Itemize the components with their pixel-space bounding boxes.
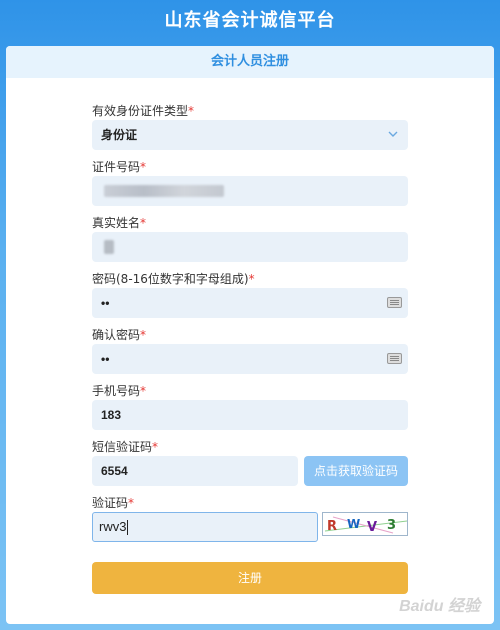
- register-button[interactable]: 注册: [92, 562, 408, 594]
- phone-input[interactable]: 183: [92, 400, 408, 430]
- password-value: ••: [101, 296, 110, 310]
- id-type-select[interactable]: 身份证: [92, 120, 408, 150]
- required-mark: *: [128, 496, 135, 510]
- redacted-block: [104, 240, 114, 254]
- svg-text:W: W: [347, 517, 360, 531]
- password-label: 密码(8-16位数字和字母组成)*: [92, 272, 255, 286]
- phone-value: 183: [101, 408, 122, 422]
- captcha-value: rwv3: [99, 519, 127, 534]
- required-mark: *: [140, 160, 147, 174]
- register-card: 会计人员注册 有效身份证件类型* 身份证 证件号码* 真实姓名* 密码(8-16…: [6, 46, 494, 624]
- required-mark: *: [140, 328, 147, 342]
- required-mark: *: [140, 384, 147, 398]
- svg-text:R: R: [327, 519, 337, 534]
- watermark: Baidu 经验: [399, 598, 480, 615]
- sms-code-value: 6554: [101, 464, 128, 478]
- id-number-label: 证件号码*: [92, 160, 147, 174]
- confirm-password-label: 确认密码*: [92, 328, 147, 342]
- app-title: 山东省会计诚信平台: [164, 10, 336, 31]
- password-input[interactable]: ••: [92, 288, 408, 318]
- required-mark: *: [140, 216, 147, 230]
- redacted-block: [104, 185, 224, 197]
- required-mark: *: [248, 272, 255, 286]
- text-cursor: [127, 520, 129, 536]
- chevron-down-icon: [388, 120, 398, 162]
- svg-text:V: V: [367, 520, 377, 535]
- keyboard-icon[interactable]: [387, 297, 402, 308]
- confirm-password-value: ••: [101, 352, 110, 366]
- real-name-input[interactable]: [92, 232, 408, 262]
- captcha-image[interactable]: R W V 3: [322, 512, 408, 536]
- id-type-label: 有效身份证件类型*: [92, 104, 195, 118]
- sms-code-input[interactable]: 6554: [92, 456, 298, 486]
- svg-text:3: 3: [387, 518, 396, 533]
- captcha-input[interactable]: rwv3: [92, 512, 318, 542]
- required-mark: *: [188, 104, 195, 118]
- sms-code-label: 短信验证码*: [92, 440, 159, 454]
- required-mark: *: [152, 440, 159, 454]
- get-sms-code-button[interactable]: 点击获取验证码: [304, 456, 408, 486]
- id-type-value: 身份证: [101, 128, 138, 142]
- phone-label: 手机号码*: [92, 384, 147, 398]
- keyboard-icon[interactable]: [387, 353, 402, 364]
- real-name-label: 真实姓名*: [92, 216, 147, 230]
- id-number-input[interactable]: [92, 176, 408, 206]
- captcha-label: 验证码*: [92, 496, 135, 510]
- confirm-password-input[interactable]: ••: [92, 344, 408, 374]
- form-title: 会计人员注册: [6, 46, 494, 78]
